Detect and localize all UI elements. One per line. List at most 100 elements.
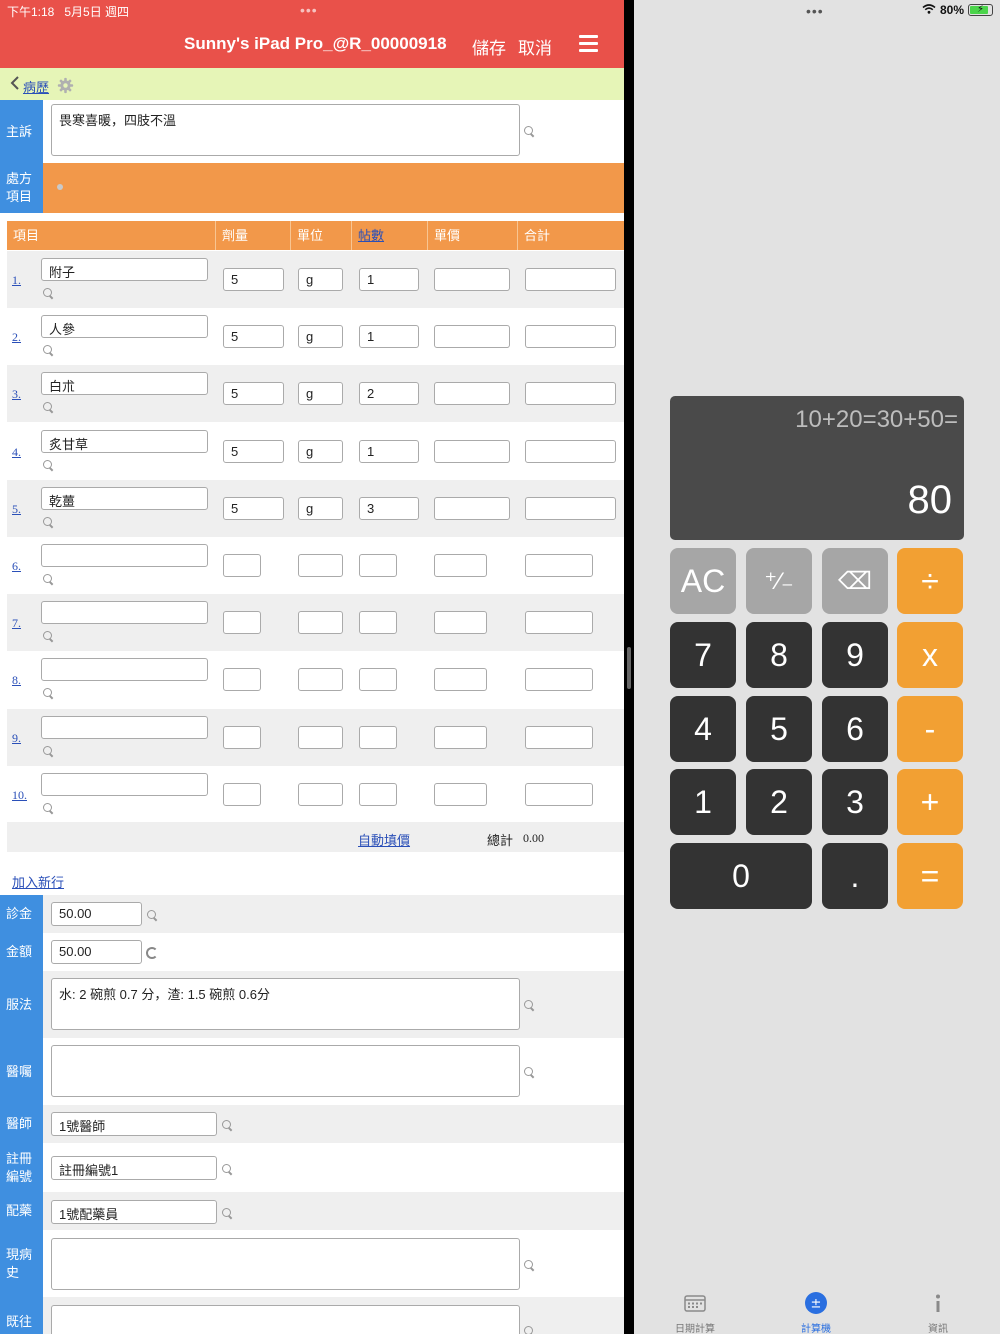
price-input[interactable] bbox=[434, 725, 487, 749]
auto-fill-link[interactable]: 自動填價 bbox=[358, 830, 410, 849]
row-number-link[interactable]: 9. bbox=[12, 731, 21, 746]
item-input[interactable] bbox=[41, 772, 208, 796]
search-icon[interactable] bbox=[43, 574, 54, 585]
packs-input[interactable] bbox=[359, 611, 397, 635]
search-icon[interactable] bbox=[43, 459, 54, 471]
reg-input[interactable]: 註冊編號1 bbox=[51, 1156, 217, 1180]
key-plus[interactable]: + bbox=[897, 769, 963, 835]
unit-input[interactable]: g bbox=[298, 496, 343, 520]
search-icon[interactable] bbox=[222, 1164, 233, 1175]
row-number-link[interactable]: 10. bbox=[12, 788, 27, 803]
key-0[interactable]: 0 bbox=[670, 843, 812, 909]
multitask-dots-icon[interactable]: ••• bbox=[300, 2, 318, 18]
row-number-link[interactable]: 6. bbox=[12, 559, 21, 574]
usage-textarea[interactable]: 水: 2 碗煎 0.7 分，渣: 1.5 碗煎 0.6分 bbox=[51, 978, 520, 1030]
dose-input[interactable]: 5 bbox=[223, 496, 284, 520]
subtotal-input[interactable] bbox=[525, 268, 616, 291]
item-input[interactable]: 白朮 bbox=[41, 372, 208, 396]
subtotal-input[interactable] bbox=[525, 668, 593, 692]
row-number-link[interactable]: 5. bbox=[12, 502, 21, 517]
split-handle[interactable] bbox=[627, 647, 631, 689]
item-input[interactable] bbox=[41, 601, 208, 625]
packs-input[interactable]: 3 bbox=[359, 496, 419, 520]
history-textarea[interactable] bbox=[51, 1238, 520, 1290]
search-icon[interactable] bbox=[222, 1208, 233, 1219]
subtotal-input[interactable] bbox=[525, 325, 616, 349]
key-ac[interactable]: AC bbox=[670, 548, 736, 614]
search-icon[interactable] bbox=[222, 1120, 233, 1131]
item-input[interactable] bbox=[41, 658, 208, 682]
dose-input[interactable]: 5 bbox=[223, 382, 284, 406]
packs-input[interactable]: 2 bbox=[359, 382, 419, 406]
price-input[interactable] bbox=[434, 268, 510, 291]
search-icon[interactable] bbox=[43, 288, 54, 299]
dose-input[interactable]: 5 bbox=[223, 325, 284, 349]
subtotal-input[interactable] bbox=[525, 382, 616, 406]
key-minus[interactable]: - bbox=[897, 696, 963, 762]
packs-input[interactable] bbox=[359, 554, 397, 577]
row-number-link[interactable]: 1. bbox=[12, 273, 21, 288]
subtotal-input[interactable] bbox=[525, 439, 616, 463]
save-button[interactable]: 儲存 bbox=[472, 34, 506, 59]
search-icon[interactable] bbox=[524, 1067, 535, 1078]
search-icon[interactable] bbox=[43, 402, 54, 413]
price-input[interactable] bbox=[434, 668, 487, 692]
subtotal-input[interactable] bbox=[525, 782, 593, 806]
item-input[interactable]: 人參 bbox=[41, 315, 208, 339]
cancel-button[interactable]: 取消 bbox=[518, 34, 552, 59]
price-input[interactable] bbox=[434, 554, 487, 577]
unit-input[interactable]: g bbox=[298, 382, 343, 406]
gear-icon[interactable] bbox=[57, 77, 74, 94]
unit-input[interactable] bbox=[298, 554, 343, 577]
search-icon[interactable] bbox=[524, 1000, 535, 1011]
amount-input[interactable]: 50.00 bbox=[51, 940, 142, 964]
search-icon[interactable] bbox=[524, 1260, 535, 1271]
item-input[interactable]: 附子 bbox=[41, 258, 208, 281]
col-packs-link[interactable]: 帖數 bbox=[351, 221, 427, 250]
unit-input[interactable] bbox=[298, 725, 343, 749]
search-icon[interactable] bbox=[43, 802, 54, 814]
dispense-input[interactable]: 1號配藥員 bbox=[51, 1200, 217, 1224]
search-icon[interactable] bbox=[43, 688, 54, 699]
tab-calculator[interactable]: ± 計算機 bbox=[766, 1284, 866, 1334]
packs-input[interactable]: 1 bbox=[359, 268, 419, 291]
key-4[interactable]: 4 bbox=[670, 696, 736, 762]
key-5[interactable]: 5 bbox=[746, 696, 812, 762]
key-1[interactable]: 1 bbox=[670, 769, 736, 835]
row-number-link[interactable]: 4. bbox=[12, 445, 21, 460]
doctor-input[interactable]: 1號醫師 bbox=[51, 1112, 217, 1136]
packs-input[interactable] bbox=[359, 725, 397, 749]
price-input[interactable] bbox=[434, 325, 510, 349]
unit-input[interactable]: g bbox=[298, 268, 343, 291]
key-3[interactable]: 3 bbox=[822, 769, 888, 835]
price-input[interactable] bbox=[434, 496, 510, 520]
packs-input[interactable]: 1 bbox=[359, 439, 419, 463]
subtotal-input[interactable] bbox=[525, 496, 616, 520]
subtotal-input[interactable] bbox=[525, 725, 593, 749]
menu-icon[interactable] bbox=[579, 35, 598, 52]
multitask-dots-icon[interactable]: ••• bbox=[806, 3, 824, 19]
tab-info[interactable]: 資訊 bbox=[888, 1284, 988, 1334]
dose-input[interactable] bbox=[223, 725, 261, 749]
item-input[interactable]: 乾薑 bbox=[41, 486, 208, 510]
key-plus-minus[interactable]: ⁺∕₋ bbox=[746, 548, 812, 614]
row-number-link[interactable]: 2. bbox=[12, 330, 21, 345]
unit-input[interactable] bbox=[298, 782, 343, 806]
price-input[interactable] bbox=[434, 611, 487, 635]
key-backspace[interactable]: ⌫ bbox=[822, 548, 888, 614]
key-decimal[interactable]: . bbox=[822, 843, 888, 909]
key-equals[interactable]: = bbox=[897, 843, 963, 909]
search-icon[interactable] bbox=[147, 910, 158, 921]
key-divide[interactable]: ÷ bbox=[897, 548, 963, 614]
add-row-link[interactable]: 加入新行 bbox=[12, 872, 64, 891]
past-textarea[interactable] bbox=[51, 1305, 520, 1334]
search-icon[interactable] bbox=[524, 126, 535, 137]
subtotal-input[interactable] bbox=[525, 554, 593, 577]
complaint-textarea[interactable]: 畏寒喜暖，四肢不溫 bbox=[51, 104, 520, 156]
tab-date-calc[interactable]: 日期計算 bbox=[645, 1284, 745, 1334]
key-9[interactable]: 9 bbox=[822, 622, 888, 688]
dose-input[interactable] bbox=[223, 611, 261, 635]
key-8[interactable]: 8 bbox=[746, 622, 812, 688]
back-link[interactable]: 病歷 bbox=[23, 77, 49, 96]
unit-input[interactable]: g bbox=[298, 439, 343, 463]
